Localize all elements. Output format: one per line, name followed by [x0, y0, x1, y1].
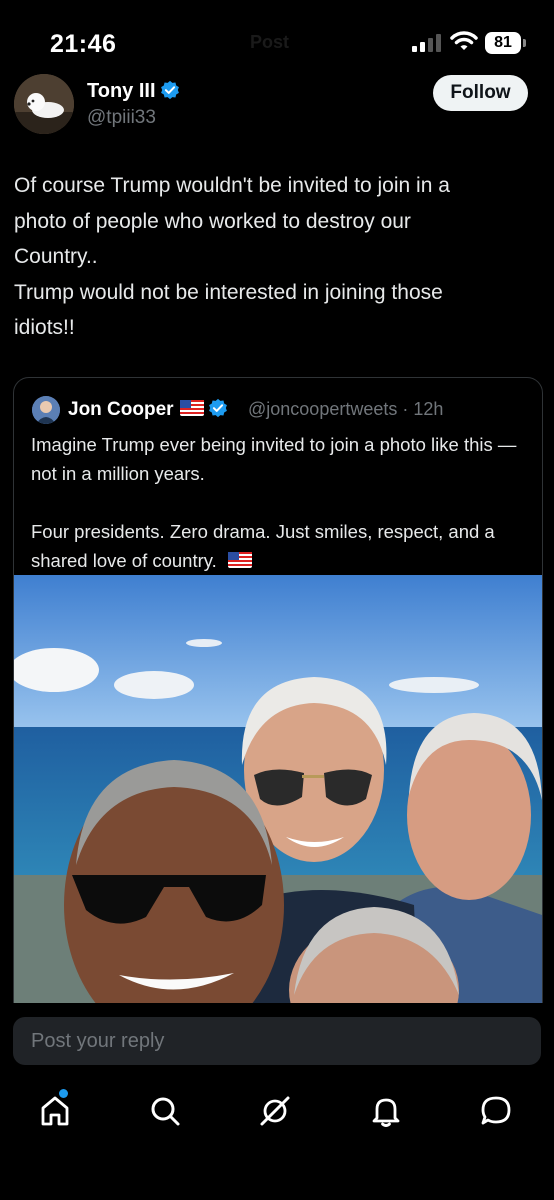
reply-input[interactable]	[13, 1017, 541, 1065]
quoted-post-text: Imagine Trump ever being invited to join…	[31, 430, 531, 575]
tab-grok[interactable]	[257, 1093, 297, 1133]
quoted-time: 12h	[413, 399, 444, 419]
us-flag-icon	[179, 400, 204, 416]
post-text-line: Trump would not be interested in joining…	[14, 280, 443, 304]
battery-indicator: 81	[485, 32, 527, 54]
post-text-line: Country..	[14, 245, 98, 268]
tab-notifications[interactable]	[368, 1093, 408, 1133]
quoted-paragraph-2: Four presidents. Zero drama. Just smiles…	[31, 517, 531, 575]
wifi-icon	[450, 31, 478, 50]
quoted-author-avatar[interactable]	[32, 396, 60, 424]
post-author-row: Tony III @tpiii33 Follow	[0, 72, 554, 134]
avatar[interactable]	[14, 74, 74, 134]
quoted-handle: @joncoopertweets	[248, 399, 398, 419]
home-icon	[41, 1096, 69, 1126]
messages-icon	[481, 1096, 511, 1125]
separator-dot: ·	[402, 399, 409, 419]
follow-button[interactable]: Follow	[433, 75, 528, 111]
post-text-line: photo of people who worked to destroy ou…	[14, 209, 411, 233]
author-handle[interactable]: @tpiii33	[87, 107, 156, 129]
quoted-paragraph-2-text: Four presidents. Zero drama. Just smiles…	[31, 521, 495, 571]
home-notification-dot	[59, 1089, 68, 1098]
tab-home[interactable]	[37, 1089, 77, 1133]
quoted-author-name[interactable]: Jon Cooper	[68, 398, 228, 421]
header-title: Post	[250, 32, 290, 52]
tab-search[interactable]	[147, 1093, 187, 1133]
search-icon	[151, 1097, 180, 1126]
quoted-post-card[interactable]: Jon Cooper @joncoopertweets · 12h Imagin…	[13, 377, 543, 1019]
quoted-verified-badge-icon	[208, 398, 227, 418]
quoted-author-name-text: Jon Cooper	[68, 399, 174, 420]
tab-messages[interactable]	[478, 1093, 518, 1133]
notifications-icon	[372, 1098, 400, 1127]
bottom-area	[0, 1003, 554, 1200]
quoted-post-photo[interactable]	[14, 575, 542, 1018]
battery-nub	[523, 39, 526, 47]
post-text-line: idiots!!	[14, 316, 75, 339]
verified-badge-icon	[160, 80, 179, 100]
cellular-signal-icon	[412, 34, 441, 52]
battery-level: 81	[485, 32, 521, 54]
quoted-paragraph-1: Imagine Trump ever being invited to join…	[31, 434, 517, 484]
avatar-image	[14, 74, 74, 134]
bottom-tab-bar	[0, 1089, 554, 1133]
post-text: Of course Trump wouldn't be invited to j…	[14, 168, 540, 346]
grok-icon	[260, 1096, 290, 1126]
post-text-line: Of course Trump wouldn't be invited to j…	[14, 174, 450, 197]
author-name[interactable]: Tony III	[87, 80, 180, 103]
status-time: 21:46	[50, 30, 117, 58]
author-name-text: Tony III	[87, 80, 156, 102]
us-flag-icon	[227, 552, 252, 568]
quoted-handle-time: @joncoopertweets · 12h	[248, 399, 443, 420]
quoted-avatar-image	[32, 396, 60, 424]
status-bar: 21:46 Post 81	[0, 0, 554, 80]
